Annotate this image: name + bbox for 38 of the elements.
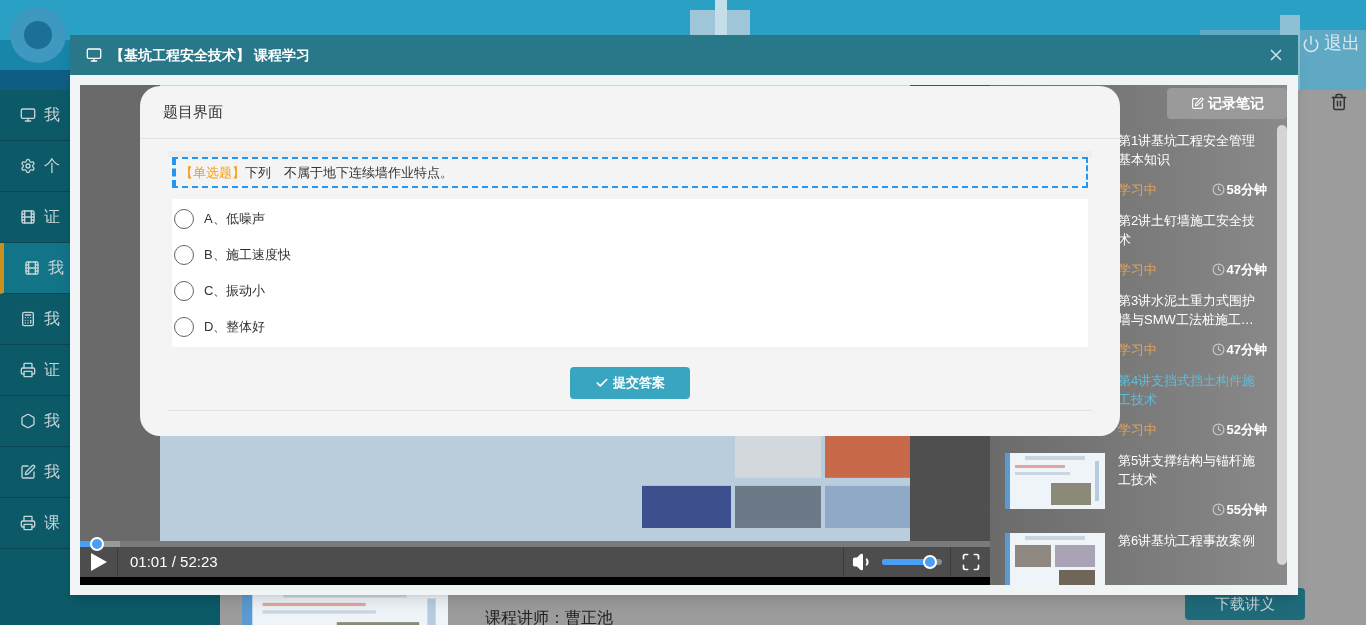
play-icon (90, 553, 107, 571)
lesson-duration: 58分钟 (1226, 180, 1267, 199)
volume-handle[interactable] (923, 555, 937, 569)
lesson-duration: 47分钟 (1226, 340, 1267, 359)
radio-button[interactable] (174, 209, 194, 229)
question-text: 【单选题】下列 不属于地下连续墙作业特点。 (172, 157, 1088, 188)
lesson-item[interactable]: 第6讲基坑工程事故案例 (1005, 531, 1267, 585)
clock-icon (1211, 502, 1225, 516)
lesson-duration: 47分钟 (1226, 260, 1267, 279)
time-display: 01:01 / 52:23 (130, 551, 218, 572)
answer-option[interactable]: A、低噪声 (172, 201, 1088, 237)
submit-button[interactable]: 提交答案 (570, 367, 690, 399)
lesson-title: 第5讲支撑结构与锚杆施工技术 (1118, 452, 1257, 489)
clock-icon (1211, 262, 1225, 276)
lesson-title: 第3讲水泥土重力式围护墙与SMW工法桩施工… (1118, 292, 1257, 329)
answer-option[interactable]: D、整体好 (172, 309, 1088, 345)
lesson-duration: 55分钟 (1226, 500, 1267, 519)
lesson-title: 第2讲土钉墙施工安全技术 (1118, 212, 1257, 249)
fullscreen-icon (960, 552, 981, 572)
quiz-title: 题目界面 (163, 101, 223, 122)
lesson-status: 学习中 (1118, 420, 1157, 439)
lesson-item[interactable]: 第5讲支撑结构与锚杆施工技术 55分钟 (1005, 451, 1267, 523)
clock-icon (1211, 422, 1225, 436)
teacher-label: 课程讲师：曹正池 (485, 608, 613, 625)
radio-button[interactable] (174, 317, 194, 337)
radio-button[interactable] (174, 245, 194, 265)
answer-option[interactable]: B、施工速度快 (172, 237, 1088, 273)
lesson-title: 第6讲基坑工程事故案例 (1118, 532, 1257, 550)
radio-button[interactable] (174, 281, 194, 301)
lesson-duration: 52分钟 (1226, 420, 1267, 439)
note-button[interactable]: 记录笔记 (1167, 88, 1287, 119)
clock-icon (1211, 182, 1225, 196)
answer-option[interactable]: C、振动小 (172, 273, 1088, 309)
lesson-title: 第1讲基坑工程安全管理基本知识 (1118, 132, 1257, 169)
edit-icon (1190, 97, 1204, 110)
clock-icon (1211, 342, 1225, 356)
trash-icon[interactable] (1330, 93, 1348, 111)
check-icon (595, 376, 609, 390)
